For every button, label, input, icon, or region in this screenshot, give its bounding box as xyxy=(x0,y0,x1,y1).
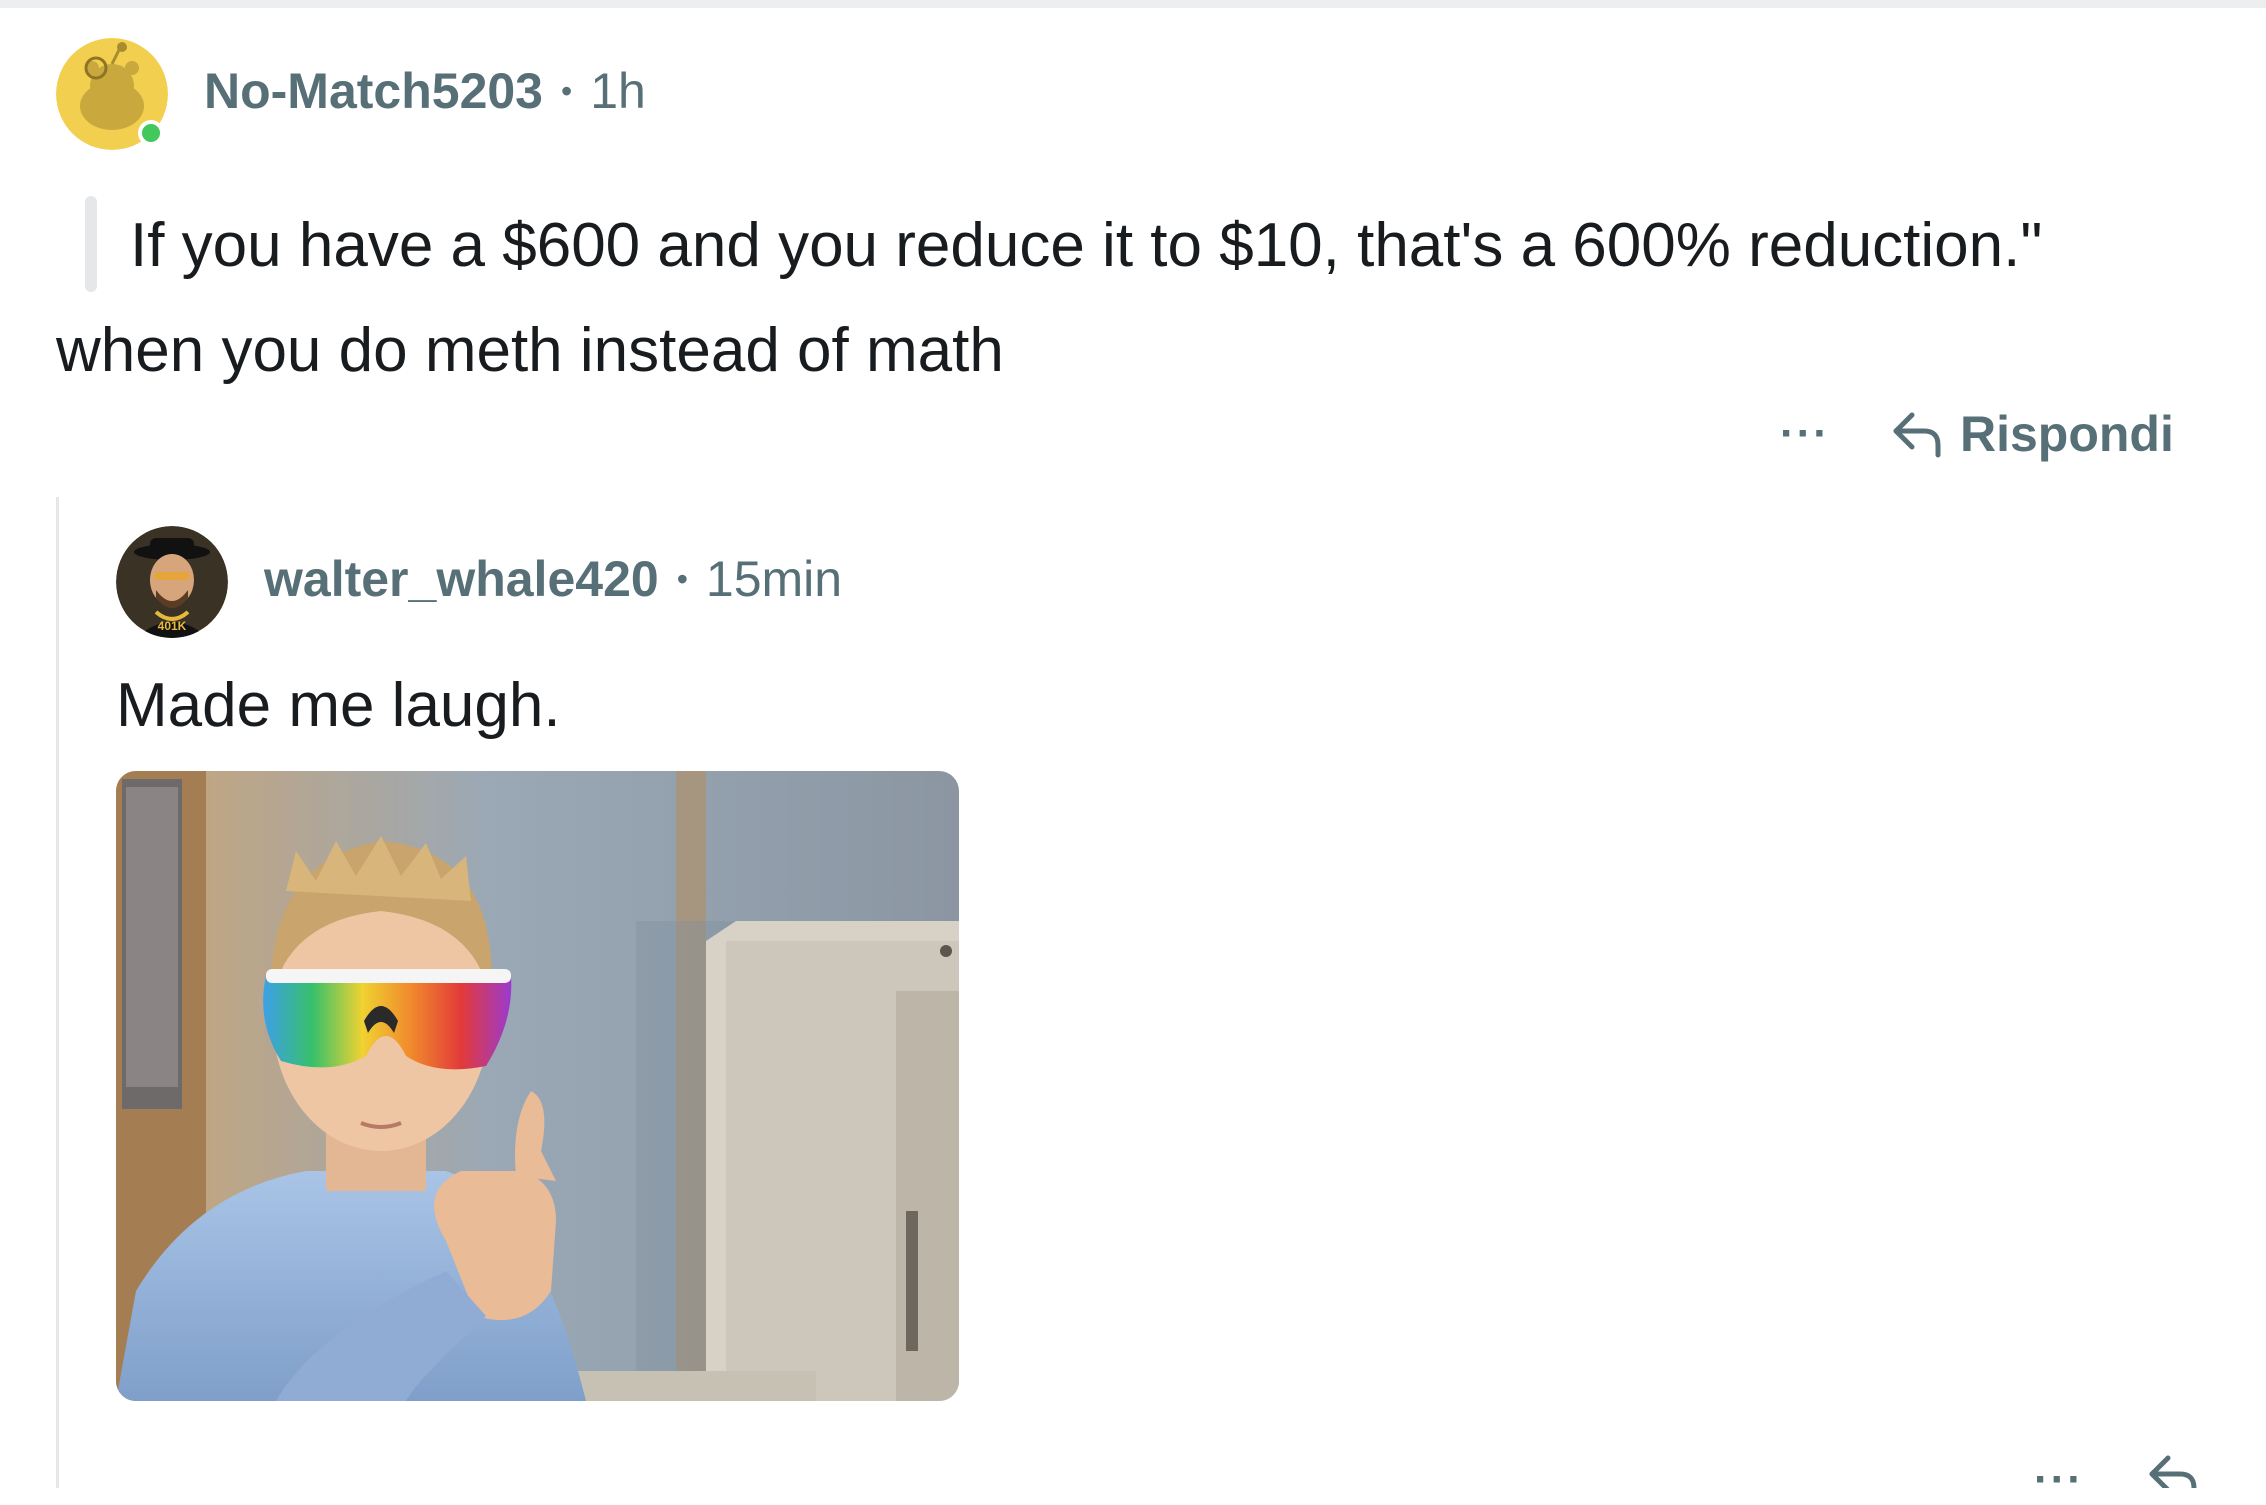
heisenberg-avatar-icon: 401K xyxy=(116,526,228,638)
reply-button[interactable] xyxy=(2146,1452,2200,1493)
reply-button[interactable]: Rispondi xyxy=(1890,405,2174,463)
timestamp[interactable]: 1h xyxy=(590,62,646,120)
top-divider xyxy=(0,0,2266,8)
avatar-chain-text: 401K xyxy=(158,619,187,633)
reply-arrow-icon xyxy=(2149,1455,2197,1493)
meta-separator: • xyxy=(676,560,688,597)
reply-body: Made me laugh. xyxy=(116,671,561,740)
username[interactable]: walter_whale420 xyxy=(264,550,659,608)
online-status-indicator xyxy=(138,120,164,146)
more-options-button[interactable]: ··· xyxy=(2034,1455,2084,1505)
reply-image[interactable] xyxy=(116,771,959,1401)
comment-body: when you do meth instead of math xyxy=(56,316,1004,385)
meta-separator: • xyxy=(561,72,573,109)
quoted-text: If you have a $600 and you reduce it to … xyxy=(130,211,2043,280)
username[interactable]: No-Match5203 xyxy=(204,62,543,120)
reply-label: Rispondi xyxy=(1959,406,2174,462)
avatar[interactable]: 401K xyxy=(116,526,228,638)
timestamp[interactable]: 15min xyxy=(706,550,842,608)
reply-meta: walter_whale420 • 15min xyxy=(264,550,842,608)
thread-line[interactable] xyxy=(56,497,59,1488)
thumbs-up-kid-meme-image xyxy=(116,771,959,1401)
quote-bar xyxy=(85,196,97,292)
reply-arrow-icon xyxy=(1893,412,1941,458)
more-options-button[interactable]: ··· xyxy=(1780,412,1830,456)
comment-meta: No-Match5203 • 1h xyxy=(204,62,646,120)
comment-actions: ··· Rispondi xyxy=(1780,405,2174,463)
